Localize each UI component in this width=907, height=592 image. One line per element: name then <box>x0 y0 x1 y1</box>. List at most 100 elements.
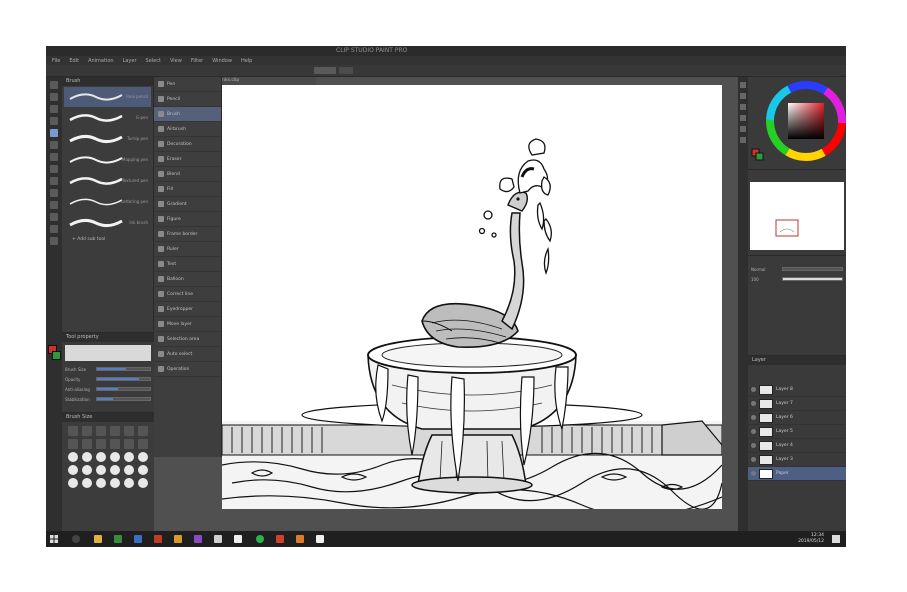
eraser-tool-icon[interactable] <box>50 165 58 173</box>
size-swatch[interactable] <box>68 439 78 449</box>
search-icon[interactable] <box>72 535 80 543</box>
size-swatch[interactable] <box>68 426 78 436</box>
add-subtool-button[interactable]: + Add sub tool <box>72 237 143 242</box>
subtool-item[interactable]: Airbrush <box>154 122 221 137</box>
brush-item[interactable]: Ink brush <box>64 213 151 233</box>
size-swatch[interactable] <box>110 426 120 436</box>
size-swatch[interactable] <box>110 478 120 488</box>
size-swatch[interactable] <box>82 452 92 462</box>
system-clock[interactable]: 12:34 2019/05/12 <box>798 533 824 545</box>
subtool-item[interactable]: Auto select <box>154 347 221 362</box>
subtool-item[interactable]: Selection area <box>154 332 221 347</box>
sub-color-swatch[interactable] <box>52 351 61 360</box>
app-icon[interactable] <box>296 535 304 543</box>
subtool-item[interactable]: Text <box>154 257 221 272</box>
size-swatch[interactable] <box>138 426 148 436</box>
size-swatch[interactable] <box>82 426 92 436</box>
size-swatch[interactable] <box>68 452 78 462</box>
command-button[interactable] <box>314 67 336 74</box>
subtool-item[interactable]: Fill <box>154 182 221 197</box>
eye-icon[interactable] <box>751 443 756 448</box>
clip-studio-icon[interactable] <box>214 535 222 543</box>
windows-start-icon[interactable] <box>50 535 58 543</box>
setting-row[interactable]: Brush Size <box>62 364 154 374</box>
eye-icon[interactable] <box>751 401 756 406</box>
gradient-tool-icon[interactable] <box>50 189 58 197</box>
subtool-item[interactable]: Move layer <box>154 317 221 332</box>
subtool-item[interactable]: Balloon <box>154 272 221 287</box>
panel-toggle-icon[interactable] <box>740 115 746 121</box>
text-tool-icon[interactable] <box>50 213 58 221</box>
size-swatch[interactable] <box>124 452 134 462</box>
subtool-item[interactable]: Figure <box>154 212 221 227</box>
app-icon[interactable] <box>114 535 122 543</box>
eye-icon[interactable] <box>751 457 756 462</box>
size-swatch[interactable] <box>96 465 106 475</box>
size-swatch[interactable] <box>82 478 92 488</box>
app-icon[interactable] <box>194 535 202 543</box>
layer-item[interactable]: Layer 8 <box>748 383 846 397</box>
opacity-row[interactable]: 100 <box>748 274 846 284</box>
eye-icon[interactable] <box>751 415 756 420</box>
app-icon[interactable] <box>154 535 162 543</box>
pencil-tool-icon[interactable] <box>50 141 58 149</box>
size-swatch[interactable] <box>82 465 92 475</box>
size-swatch[interactable] <box>124 439 134 449</box>
subtool-item[interactable]: Eyedropper <box>154 302 221 317</box>
size-swatch[interactable] <box>82 439 92 449</box>
app-icon[interactable] <box>276 535 284 543</box>
blend-mode-dropdown[interactable] <box>782 267 843 271</box>
size-swatch[interactable] <box>96 439 106 449</box>
menu-view[interactable]: View <box>170 58 182 64</box>
brush-item[interactable]: Turnip pen <box>64 129 151 149</box>
size-swatch[interactable] <box>138 465 148 475</box>
navigator-thumbnail[interactable] <box>750 182 844 250</box>
menu-window[interactable]: Window <box>212 58 232 64</box>
size-swatch[interactable] <box>124 465 134 475</box>
setting-slider[interactable] <box>96 387 151 391</box>
size-swatch[interactable] <box>110 465 120 475</box>
size-swatch[interactable] <box>110 452 120 462</box>
subtool-item[interactable]: Pen <box>154 77 221 92</box>
menu-edit[interactable]: Edit <box>69 58 79 64</box>
brush-item[interactable]: Textured pen <box>64 171 151 191</box>
menu-animation[interactable]: Animation <box>88 58 114 64</box>
size-swatch[interactable] <box>138 439 148 449</box>
size-swatch[interactable] <box>96 426 106 436</box>
setting-slider[interactable] <box>96 397 151 401</box>
subtool-item[interactable]: Pencil <box>154 92 221 107</box>
layer-item[interactable]: Layer 3 <box>748 453 846 467</box>
size-swatch[interactable] <box>124 426 134 436</box>
subtool-item[interactable]: Eraser <box>154 152 221 167</box>
size-swatch[interactable] <box>96 452 106 462</box>
size-swatch[interactable] <box>138 452 148 462</box>
eye-icon[interactable] <box>751 429 756 434</box>
setting-row[interactable]: Stabilization <box>62 394 154 404</box>
app-icon[interactable] <box>256 535 264 543</box>
size-swatch[interactable] <box>96 478 106 488</box>
drawing-canvas[interactable] <box>222 85 722 509</box>
menu-filter[interactable]: Filter <box>191 58 203 64</box>
notification-icon[interactable] <box>832 535 840 543</box>
move-tool-icon[interactable] <box>50 93 58 101</box>
app-icon[interactable] <box>134 535 142 543</box>
panel-toggle-icon[interactable] <box>740 82 746 88</box>
menu-select[interactable]: Select <box>146 58 161 64</box>
eye-icon[interactable] <box>751 471 756 476</box>
color-wheel[interactable] <box>748 77 846 169</box>
app-icon[interactable] <box>234 535 242 543</box>
subtool-item[interactable]: Ruler <box>154 242 221 257</box>
size-swatch[interactable] <box>124 478 134 488</box>
brush-item[interactable]: Mapping pen <box>64 150 151 170</box>
select-tool-icon[interactable] <box>50 105 58 113</box>
layer-item[interactable]: Layer 7 <box>748 397 846 411</box>
setting-slider[interactable] <box>96 377 151 381</box>
subtool-item[interactable]: Correct line <box>154 287 221 302</box>
menu-layer[interactable]: Layer <box>123 58 137 64</box>
subtool-item[interactable]: Decoration <box>154 137 221 152</box>
folder-icon[interactable] <box>94 535 102 543</box>
ruler-tool-icon[interactable] <box>50 237 58 245</box>
opacity-slider[interactable] <box>782 277 843 281</box>
subtool-item[interactable]: Frame border <box>154 227 221 242</box>
subtool-item[interactable]: Operation <box>154 362 221 377</box>
